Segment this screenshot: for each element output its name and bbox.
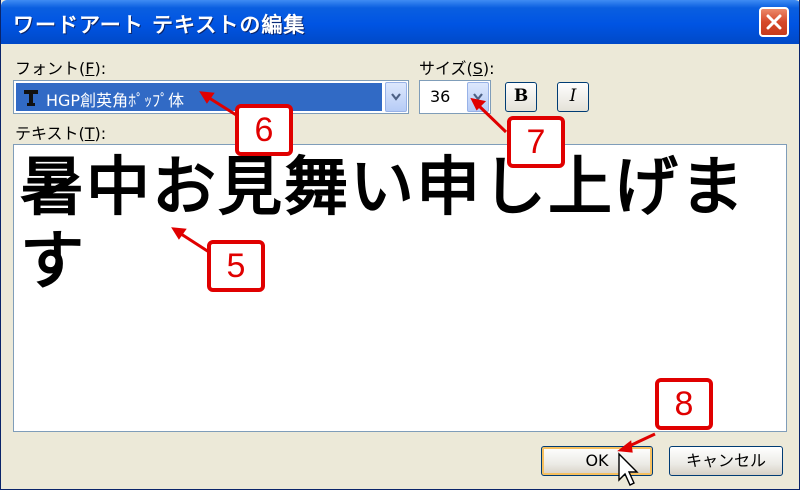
callout-8: 8 xyxy=(655,378,713,430)
callout-5: 5 xyxy=(207,240,265,292)
callout-8-arrowhead xyxy=(617,440,633,453)
callout-5-arrow xyxy=(177,230,210,254)
callout-6: 6 xyxy=(235,104,293,156)
callout-7-arrow xyxy=(475,102,508,134)
callout-7: 7 xyxy=(507,116,565,168)
wordart-edit-dialog: ワードアート テキストの編集 フォント(F): HGP創英角ﾎﾟｯﾌﾟ体 サイズ… xyxy=(0,0,800,490)
mouse-cursor-icon xyxy=(618,452,639,486)
